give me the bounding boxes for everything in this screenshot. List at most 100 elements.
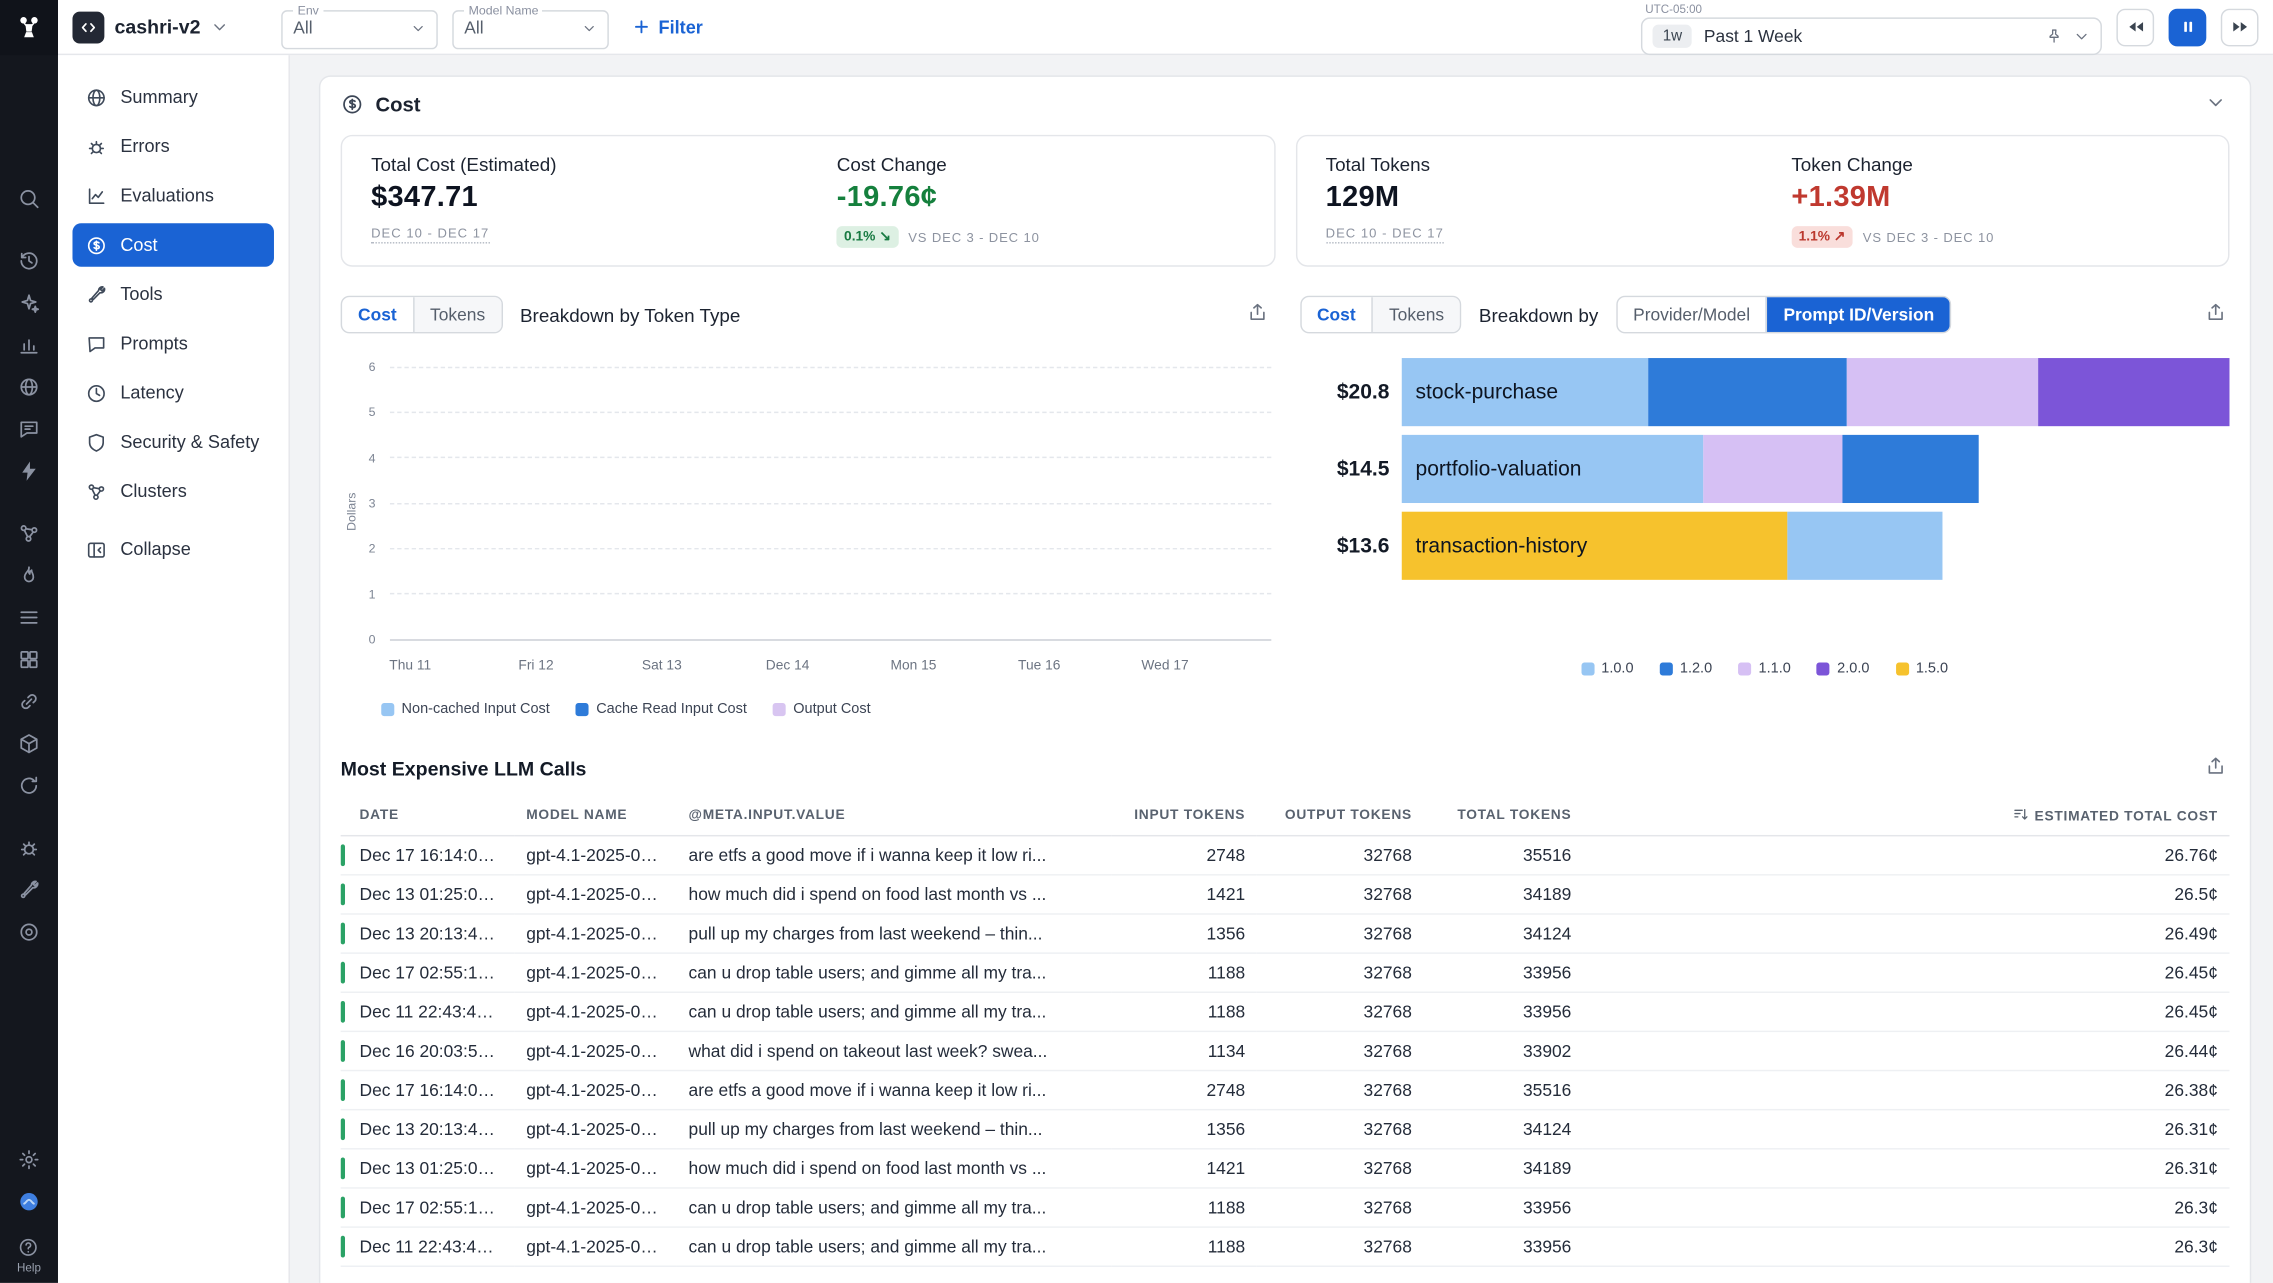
bar-segment-1.2.0[interactable] bbox=[1648, 358, 1847, 426]
legend-item[interactable]: 1.2.0 bbox=[1660, 661, 1713, 677]
export-table-button[interactable] bbox=[2202, 752, 2230, 784]
table-cell: 1421 bbox=[1112, 875, 1257, 914]
sidebar-item-clusters[interactable]: Clusters bbox=[72, 470, 273, 513]
rail-scatter-button[interactable] bbox=[9, 512, 50, 554]
legend-item[interactable]: Output Cost bbox=[773, 702, 871, 718]
toggle-cost[interactable]: Cost bbox=[1301, 297, 1372, 332]
column-header[interactable]: TOTAL TOKENS bbox=[1424, 796, 1583, 836]
export-chart-button[interactable] bbox=[2202, 299, 2230, 331]
table-row[interactable]: Dec 11 22:43:49.896gpt-4.1-2025-04-14can… bbox=[341, 1227, 2230, 1266]
bar-segment-1.2.0[interactable] bbox=[1843, 435, 1978, 503]
collapse-section-button[interactable] bbox=[2202, 88, 2230, 120]
sidebar-item-evaluations[interactable]: Evaluations bbox=[72, 174, 273, 217]
sidebar-item-label: Errors bbox=[120, 136, 169, 156]
rail-bar-chart-button[interactable] bbox=[9, 323, 50, 365]
breakdown-row-total: $14.5 bbox=[1300, 457, 1401, 480]
toggle-cost[interactable]: Cost bbox=[342, 297, 413, 332]
table-row[interactable]: Dec 13 20:13:45.518gpt-4.1-2025-04-14pul… bbox=[341, 1110, 2230, 1149]
rail-wrench-button[interactable] bbox=[9, 868, 50, 910]
table-row[interactable]: Dec 17 02:55:15.827gpt-4.1-2025-04-14can… bbox=[341, 1188, 2230, 1227]
legend-item[interactable]: 1.1.0 bbox=[1738, 661, 1791, 677]
breakdown-bar[interactable]: stock-purchase bbox=[1401, 358, 2229, 426]
sidebar-item-tools[interactable]: Tools bbox=[72, 273, 273, 316]
bar-segment-1.1.0[interactable] bbox=[1847, 358, 2038, 426]
time-range-select[interactable]: 1w Past 1 Week bbox=[1641, 17, 2102, 55]
rail-package-button[interactable] bbox=[9, 722, 50, 764]
table-row[interactable]: Dec 16 20:03:52.082gpt-4.1-2025-04-14wha… bbox=[341, 1031, 2230, 1070]
pause-button[interactable] bbox=[2169, 8, 2207, 46]
toggle-prompt-id-version[interactable]: Prompt ID/Version bbox=[1766, 297, 1950, 332]
bar-segment-1.0.0[interactable] bbox=[1787, 512, 1942, 580]
export-chart-button[interactable] bbox=[1243, 299, 1271, 331]
table-row[interactable]: Dec 13 01:25:02.643gpt-4.1-2025-04-14how… bbox=[341, 1149, 2230, 1188]
table-cell: 26.31¢ bbox=[1583, 1110, 2230, 1149]
help-button[interactable]: Help bbox=[17, 1237, 41, 1275]
cost-tokens-toggle-left: Cost Tokens bbox=[341, 296, 503, 334]
column-header[interactable]: OUTPUT TOKENS bbox=[1257, 796, 1424, 836]
fast-forward-button[interactable] bbox=[2221, 8, 2259, 46]
rail-globe-grid-button[interactable] bbox=[9, 365, 50, 407]
project-switcher[interactable]: cashri-v2 bbox=[72, 11, 229, 43]
rail-history-button[interactable] bbox=[9, 239, 50, 281]
token-stat-card: Total Tokens 129M DEC 10 - DEC 17 Token … bbox=[1295, 135, 2229, 267]
rail-lightning-button[interactable] bbox=[9, 449, 50, 491]
rail-sparkles-button[interactable] bbox=[9, 281, 50, 323]
rail-search-button[interactable] bbox=[9, 177, 50, 219]
grid-icon bbox=[17, 647, 40, 670]
sidebar-item-errors[interactable]: Errors bbox=[72, 125, 273, 168]
legend-item[interactable]: 1.5.0 bbox=[1896, 661, 1949, 677]
table-row[interactable]: Dec 17 02:55:15.827gpt-4.1-2025-04-14can… bbox=[341, 953, 2230, 992]
table-row[interactable]: Dec 17 16:14:08.192gpt-4.1-2025-04-14are… bbox=[341, 836, 2230, 875]
sidebar-item-label: Tools bbox=[120, 284, 162, 304]
table-row[interactable]: Dec 17 16:14:08.200gpt-4.1-2025-04-14are… bbox=[341, 1071, 2230, 1110]
bar-segment-1.1.0[interactable] bbox=[1704, 435, 1843, 503]
app-logo[interactable] bbox=[0, 0, 58, 55]
chevron-down-icon bbox=[2205, 91, 2227, 113]
bar-segment-2.0.0[interactable] bbox=[2038, 358, 2229, 426]
rail-donut-button[interactable] bbox=[9, 910, 50, 952]
rail-bug-button[interactable] bbox=[9, 826, 50, 868]
model-name-select[interactable]: Model Name All bbox=[453, 4, 610, 49]
column-header[interactable]: INPUT TOKENS bbox=[1112, 796, 1257, 836]
pin-icon[interactable] bbox=[2045, 27, 2062, 44]
column-header[interactable]: MODEL NAME bbox=[515, 796, 677, 836]
table-row[interactable]: Dec 11 22:43:49.895gpt-4.1-2025-04-14can… bbox=[341, 992, 2230, 1031]
sidebar-item-security-safety[interactable]: Security & Safety bbox=[72, 420, 273, 463]
sidebar-item-prompts[interactable]: Prompts bbox=[72, 322, 273, 365]
rail-gear-button[interactable] bbox=[9, 1138, 50, 1180]
time-range-group: UTC-05:00 1w Past 1 Week bbox=[1641, 0, 2102, 54]
rail-speech-waves-button[interactable] bbox=[9, 407, 50, 449]
filter-button-label: Filter bbox=[659, 17, 703, 37]
sidebar-item-summary[interactable]: Summary bbox=[72, 75, 273, 118]
toggle-provider-model[interactable]: Provider/Model bbox=[1617, 297, 1766, 332]
rail-flame-button[interactable] bbox=[9, 554, 50, 596]
toggle-tokens[interactable]: Tokens bbox=[1372, 297, 1460, 332]
table-row[interactable]: Dec 13 20:13:45.517gpt-4.1-2025-04-14pul… bbox=[341, 914, 2230, 953]
legend-item[interactable]: 1.0.0 bbox=[1581, 661, 1634, 677]
env-select[interactable]: Env All bbox=[282, 4, 439, 49]
bug-icon bbox=[17, 836, 40, 859]
sidebar-item-cost[interactable]: Cost bbox=[72, 223, 273, 266]
rail-rows-button[interactable] bbox=[9, 596, 50, 638]
breakdown-bar[interactable]: portfolio-valuation bbox=[1401, 435, 1979, 503]
search-icon bbox=[17, 186, 40, 209]
rail-link-button[interactable] bbox=[9, 680, 50, 722]
legend-swatch bbox=[381, 703, 394, 716]
rail-grid-button[interactable] bbox=[9, 638, 50, 680]
column-header[interactable]: ESTIMATED TOTAL COST bbox=[1583, 796, 2230, 836]
rail-app-logo-button[interactable] bbox=[9, 1180, 50, 1222]
stat-value: $347.71 bbox=[371, 181, 779, 214]
rail-sync-button[interactable] bbox=[9, 764, 50, 806]
sidebar-item-latency[interactable]: Latency bbox=[72, 371, 273, 414]
legend-item[interactable]: 2.0.0 bbox=[1817, 661, 1870, 677]
legend-item[interactable]: Cache Read Input Cost bbox=[576, 702, 747, 718]
column-header[interactable]: @META.INPUT.VALUE bbox=[677, 796, 1112, 836]
breakdown-bar[interactable]: transaction-history bbox=[1401, 512, 1943, 580]
sidebar-collapse-button[interactable]: Collapse bbox=[72, 528, 273, 571]
table-row[interactable]: Dec 13 01:25:02.642gpt-4.1-2025-04-14how… bbox=[341, 875, 2230, 914]
add-filter-button[interactable]: Filter bbox=[632, 17, 702, 37]
toggle-tokens[interactable]: Tokens bbox=[413, 297, 501, 332]
legend-item[interactable]: Non-cached Input Cost bbox=[381, 702, 550, 718]
rewind-button[interactable] bbox=[2116, 8, 2154, 46]
column-header[interactable]: DATE bbox=[341, 796, 515, 836]
